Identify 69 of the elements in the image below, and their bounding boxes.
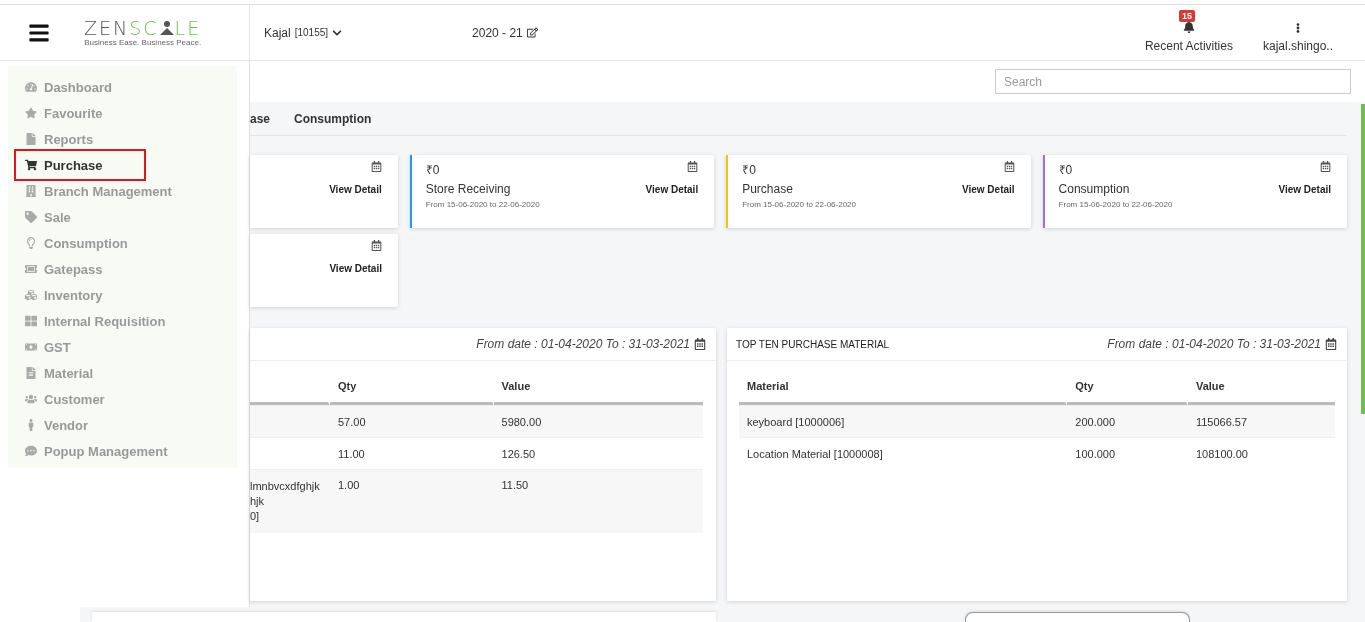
grid-icon	[24, 315, 37, 327]
logo-person-icon	[158, 20, 175, 36]
view-detail-link[interactable]: View Detail	[961, 184, 1015, 195]
chevron-down-icon	[332, 27, 343, 38]
logo-text: LE	[174, 18, 202, 38]
logo-text: ZEN SC	[84, 18, 159, 38]
users-icon	[24, 393, 37, 405]
document-icon	[24, 367, 37, 379]
date-range-filter[interactable]: From date : 01-04-2020 To : 31-03-2021	[476, 337, 706, 351]
table-cell: Location Material [1000008]	[739, 437, 1068, 469]
table-cell: 1.00	[330, 469, 494, 533]
date-range: From 15-06-2020 to 22-06-2020	[742, 200, 857, 209]
banknote-icon	[24, 341, 37, 353]
view-detail-link[interactable]: View Detail	[329, 263, 382, 274]
amount: ₹0	[425, 162, 441, 178]
view-detail-link[interactable]: View Detail	[645, 184, 699, 195]
date-range: From 15-06-2020 to 22-06-2020	[1058, 200, 1173, 209]
file-icon	[24, 133, 37, 145]
logo-tagline: Business Ease. Business Peace.	[84, 38, 202, 47]
calendar-icon	[687, 161, 699, 172]
calendar-icon	[1320, 161, 1331, 172]
table-cell: 126.50	[493, 437, 703, 469]
star-icon	[24, 107, 37, 119]
card-title: Consumption	[1058, 182, 1131, 196]
tag-icon	[24, 211, 37, 223]
panel-title: TOP TEN PURCHASE MATERIAL	[736, 338, 890, 350]
date-range-filter[interactable]: From date : 01-04-2020 To : 31-03-2021	[1107, 337, 1337, 351]
table-cell: 108100.00	[1187, 437, 1335, 469]
building-icon	[24, 185, 37, 197]
tab[interactable]: ase	[250, 112, 271, 131]
calendar-icon	[371, 240, 382, 251]
calendar-icon	[370, 161, 382, 172]
fiscal-year-selector[interactable]: 2020 - 21	[472, 25, 538, 40]
table-cell: keyboard [1000006]	[739, 405, 1068, 437]
account-dropdown[interactable]: Kajal [10155]	[264, 25, 343, 40]
notification-badge: 15	[1178, 9, 1195, 22]
date-range: From 15-06-2020 to 22-06-2020	[425, 200, 540, 209]
ticket-icon	[24, 263, 37, 275]
lightbulb-icon	[24, 237, 37, 249]
table-cell-text: lmnbvcxdfghjk	[250, 479, 321, 494]
speech-bubble-icon	[24, 445, 37, 457]
cart-icon	[24, 159, 37, 171]
card-title: Store Receiving	[425, 182, 512, 196]
view-detail-link[interactable]: View Detail	[1278, 184, 1331, 195]
card-title: Purchase	[742, 182, 794, 196]
edit-icon	[526, 27, 538, 38]
calendar-icon	[1325, 338, 1337, 350]
amount: ₹0	[1058, 162, 1074, 178]
tab[interactable]: Consumption	[294, 112, 372, 131]
calendar-icon	[694, 338, 706, 350]
table-cell: 11.00	[330, 437, 494, 469]
recent-activities-button[interactable]: 15 Recent Activities	[1144, 8, 1233, 53]
gauge-icon	[24, 81, 37, 93]
amount: ₹0	[742, 162, 757, 178]
table-cell: 5980.00	[493, 405, 703, 437]
user-menu-button[interactable]: kajal.shingo..	[1262, 10, 1333, 53]
table-cell: 200.000	[1067, 405, 1188, 437]
view-detail-link[interactable]: View Detail	[329, 184, 382, 195]
table-cell-text: hjk	[250, 494, 266, 509]
table-cell-text: 0]	[250, 509, 261, 524]
sidebar-item[interactable]: Purchase	[14, 149, 146, 181]
table-cell: 11.50	[493, 469, 703, 533]
table-cell: 115066.57	[1187, 405, 1335, 437]
search-field[interactable]: Search	[995, 69, 1351, 94]
table-cell: 100.000	[1067, 437, 1188, 469]
bell-icon	[1182, 20, 1195, 33]
cubes-icon	[24, 289, 37, 301]
calendar-icon	[1003, 161, 1015, 172]
table-cell: 57.00	[330, 405, 494, 437]
